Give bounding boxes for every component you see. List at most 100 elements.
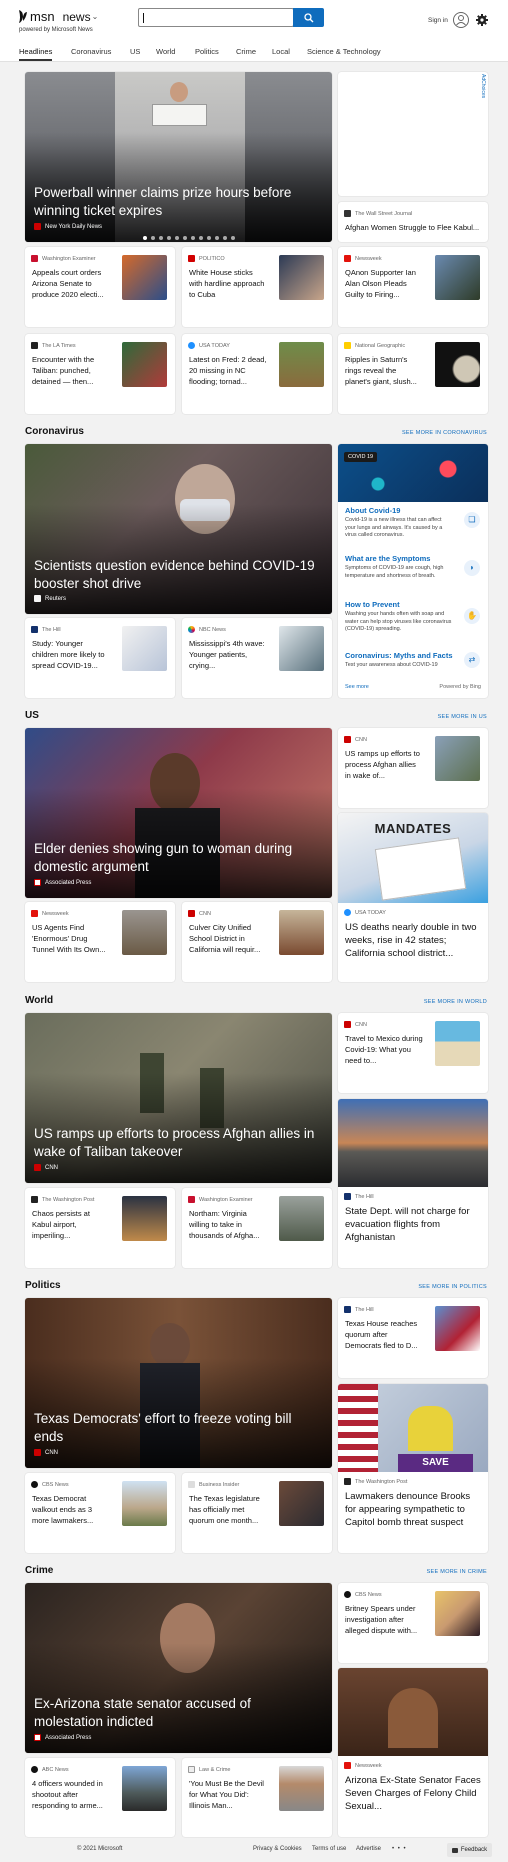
privacy-link[interactable]: Privacy & Cookies — [253, 1846, 302, 1852]
hero-card[interactable]: Powerball winner claims prize hours befo… — [25, 72, 332, 242]
source-logo-icon — [188, 626, 195, 633]
story-card[interactable]: The LA Times Encounter with the Taliban: … — [25, 334, 175, 414]
hero-card[interactable]: Ex-Arizona state senator accused of mole… — [25, 1583, 332, 1753]
see-more-link[interactable]: SEE MORE IN CRIME — [427, 1569, 487, 1575]
more-icon[interactable]: • • • — [392, 1846, 407, 1852]
nav-science-technology[interactable]: Science & Technology — [307, 47, 381, 56]
nav-local[interactable]: Local — [272, 47, 290, 56]
hero-card[interactable]: Texas Democrats' effort to freeze voting… — [25, 1298, 332, 1468]
covid-panel: COVID 19 About Covid-19 Covid-19 is a ne… — [338, 444, 488, 698]
search-button[interactable] — [293, 8, 324, 27]
source-logo-icon — [34, 595, 41, 602]
hero-person — [170, 82, 188, 102]
covid-item-text: Washing your hands often with soap and w… — [345, 611, 452, 632]
story-card[interactable]: Washington Examiner Appeals court orders … — [25, 247, 175, 327]
section-heading: Politics — [25, 1280, 61, 1291]
story-image: MANDATES — [338, 813, 488, 903]
story-card[interactable]: Newsweek QAnon Supporter Ian Alan Olson P… — [338, 247, 488, 327]
nav-world[interactable]: World — [156, 47, 175, 56]
see-more-link[interactable]: SEE MORE IN US — [438, 714, 487, 720]
hero-person — [408, 1406, 453, 1451]
source: The Wall Street Journal — [344, 210, 412, 217]
gear-icon[interactable] — [476, 14, 488, 26]
story-card-large[interactable]: MANDATES USA TODAY US deaths nearly doub… — [338, 813, 488, 982]
image-headline-text: MANDATES — [374, 821, 452, 836]
ad-card[interactable]: AdChoices — [338, 72, 488, 196]
hero-title[interactable]: Scientists question evidence behind COVI… — [34, 557, 320, 593]
story-thumbnail — [435, 736, 480, 781]
story-card[interactable]: Newsweek US Agents Find 'Enormous' Drug T… — [25, 902, 175, 982]
nav-politics[interactable]: Politics — [195, 47, 219, 56]
source-logo-icon — [344, 342, 351, 349]
story-card[interactable]: The Hill Texas House reaches quorum after… — [338, 1298, 488, 1378]
see-more-link[interactable]: SEE MORE IN CORONAVIRUS — [402, 430, 487, 436]
story-card[interactable]: National Geographic Ripples in Saturn's r… — [338, 334, 488, 414]
msn-logo[interactable]: msn news ⌄ — [18, 9, 98, 24]
hero-title[interactable]: Elder denies showing gun to woman during… — [34, 840, 320, 876]
section-switcher[interactable]: news — [63, 10, 91, 24]
see-more-link[interactable]: SEE MORE IN POLITICS — [418, 1284, 487, 1290]
story-thumbnail — [435, 1591, 480, 1636]
story-title: US Agents Find 'Enormous' Drug Tunnel Wi… — [32, 923, 106, 954]
hero-title[interactable]: Texas Democrats' effort to freeze voting… — [34, 1410, 320, 1446]
nav-crime[interactable]: Crime — [236, 47, 256, 56]
chevron-down-icon[interactable]: ⌄ — [92, 12, 99, 21]
side-story[interactable]: The Wall Street Journal Afghan Women Str… — [338, 202, 488, 242]
covid-item-title[interactable]: Coronavirus: Myths and Facts — [345, 651, 453, 660]
story-thumbnail — [279, 1766, 324, 1811]
story-card[interactable]: USA TODAY Latest on Fred: 2 dead, 20 miss… — [182, 334, 332, 414]
story-card[interactable]: POLITICO White House sticks with hardline… — [182, 247, 332, 327]
story-card[interactable]: Law & Crime 'You Must Be the Devil for Wh… — [182, 1758, 332, 1837]
advertise-link[interactable]: Advertise — [356, 1846, 381, 1852]
story-card[interactable]: The Washington Post Chaos persists at Kab… — [25, 1188, 175, 1268]
story-card[interactable]: CNN Culver City Unified School District i… — [182, 902, 332, 982]
story-card[interactable]: ABC News 4 officers wounded in shootout a… — [25, 1758, 175, 1837]
story-title: Britney Spears under investigation after… — [345, 1604, 418, 1635]
story-title: 4 officers wounded in shootout after res… — [32, 1779, 103, 1810]
search-input[interactable] — [138, 8, 294, 27]
source-logo-icon — [34, 879, 41, 886]
story-thumbnail — [435, 1021, 480, 1066]
story-card-large[interactable]: The Hill State Dept. will not charge for… — [338, 1099, 488, 1268]
story-thumbnail — [122, 626, 167, 671]
text-cursor — [143, 13, 144, 23]
hero-card[interactable]: Scientists question evidence behind COVI… — [25, 444, 332, 614]
covid-item-title[interactable]: About Covid-19 — [345, 506, 400, 515]
story-card[interactable]: CNN Travel to Mexico during Covid-19: Wha… — [338, 1013, 488, 1093]
terms-link[interactable]: Terms of use — [312, 1846, 346, 1852]
story-card[interactable]: CBS News Texas Democrat walkout ends as 3… — [25, 1473, 175, 1553]
signin-link[interactable]: Sign in — [428, 17, 448, 24]
hero-title[interactable]: US ramps up efforts to process Afghan al… — [34, 1125, 320, 1161]
story-card-large[interactable]: Newsweek Arizona Ex-State Senator Faces … — [338, 1668, 488, 1837]
covid-item-title[interactable]: How to Prevent — [345, 600, 400, 609]
nav-us[interactable]: US — [130, 47, 140, 56]
hero-card[interactable]: Elder denies showing gun to woman during… — [25, 728, 332, 898]
story-card[interactable]: CBS News Britney Spears under investigati… — [338, 1583, 488, 1663]
carousel-dots[interactable] — [143, 236, 235, 240]
covid-item-title[interactable]: What are the Symptoms — [345, 554, 430, 563]
story-title: Texas Democrat walkout ends as 3 more la… — [32, 1494, 94, 1525]
story-card[interactable]: The Hill Study: Younger children more lik… — [25, 618, 175, 698]
avatar[interactable] — [453, 12, 469, 28]
feedback-icon — [451, 1847, 458, 1853]
hero-source: Reuters — [34, 595, 66, 602]
hero-card[interactable]: US ramps up efforts to process Afghan al… — [25, 1013, 332, 1183]
hero-title[interactable]: Powerball winner claims prize hours befo… — [34, 184, 320, 220]
story-card[interactable]: NBC News Mississippi's 4th wave: Younger … — [182, 618, 332, 698]
see-more-link[interactable]: SEE MORE IN WORLD — [424, 999, 487, 1005]
hero-title[interactable]: Ex-Arizona state senator accused of mole… — [34, 1695, 320, 1731]
story-thumbnail — [279, 1196, 324, 1241]
story-card[interactable]: Business Insider The Texas legislature ha… — [182, 1473, 332, 1553]
covid-see-more-link[interactable]: See more — [345, 684, 369, 690]
adchoices-label[interactable]: AdChoices — [480, 74, 486, 98]
story-card-large[interactable]: SAVE The Washington Post Lawmakers denou… — [338, 1384, 488, 1553]
section-heading: Coronavirus — [25, 426, 84, 437]
covid-item-text: Test your awareness about COVID-19 — [345, 662, 438, 668]
feedback-button[interactable]: Feedback — [447, 1843, 492, 1857]
story-card[interactable]: Washington Examiner Northam: Virginia wil… — [182, 1188, 332, 1268]
hero-source: Associated Press — [34, 879, 91, 886]
nav-headlines[interactable]: Headlines — [19, 47, 53, 61]
logo-text: msn — [30, 9, 55, 24]
story-card[interactable]: CNN US ramps up efforts to process Afghan… — [338, 728, 488, 808]
nav-coronavirus[interactable]: Coronavirus — [71, 47, 111, 56]
